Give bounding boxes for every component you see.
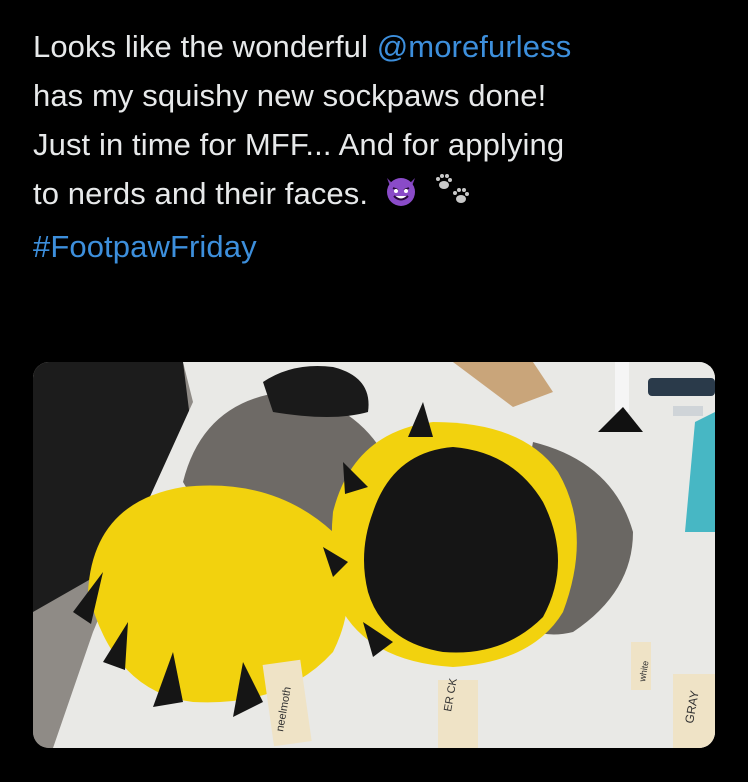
tweet-line-1-text: Looks like the wonderful xyxy=(33,29,377,64)
paw-prints-icon xyxy=(434,172,474,222)
tweet-line-2: has my squishy new sockpaws done! xyxy=(33,78,547,113)
phone xyxy=(648,378,715,396)
mention-link[interactable]: @morefurless xyxy=(377,29,572,64)
hashtag-link[interactable]: #FootpawFriday xyxy=(33,229,257,264)
paper-tag-4: GRAY xyxy=(673,674,715,748)
tweet-text: Looks like the wonderful @morefurless ha… xyxy=(33,22,723,271)
paper-tag-3: white xyxy=(631,642,651,690)
smiling-imp-emoji-icon xyxy=(383,172,419,222)
tweet-photo[interactable]: neelmoth ER CK white GRAY xyxy=(33,362,715,748)
tweet-line-5: #FootpawFriday xyxy=(33,222,723,271)
tweet-line-4: to nerds and their faces. xyxy=(33,169,723,222)
tweet-line-3: Just in time for MFF... And for applying xyxy=(33,127,565,162)
tweet-line-4-text: to nerds and their faces. xyxy=(33,176,369,211)
tweet-line-1: Looks like the wonderful @morefurless xyxy=(33,22,723,71)
paper-tag-2: ER CK xyxy=(438,677,478,748)
